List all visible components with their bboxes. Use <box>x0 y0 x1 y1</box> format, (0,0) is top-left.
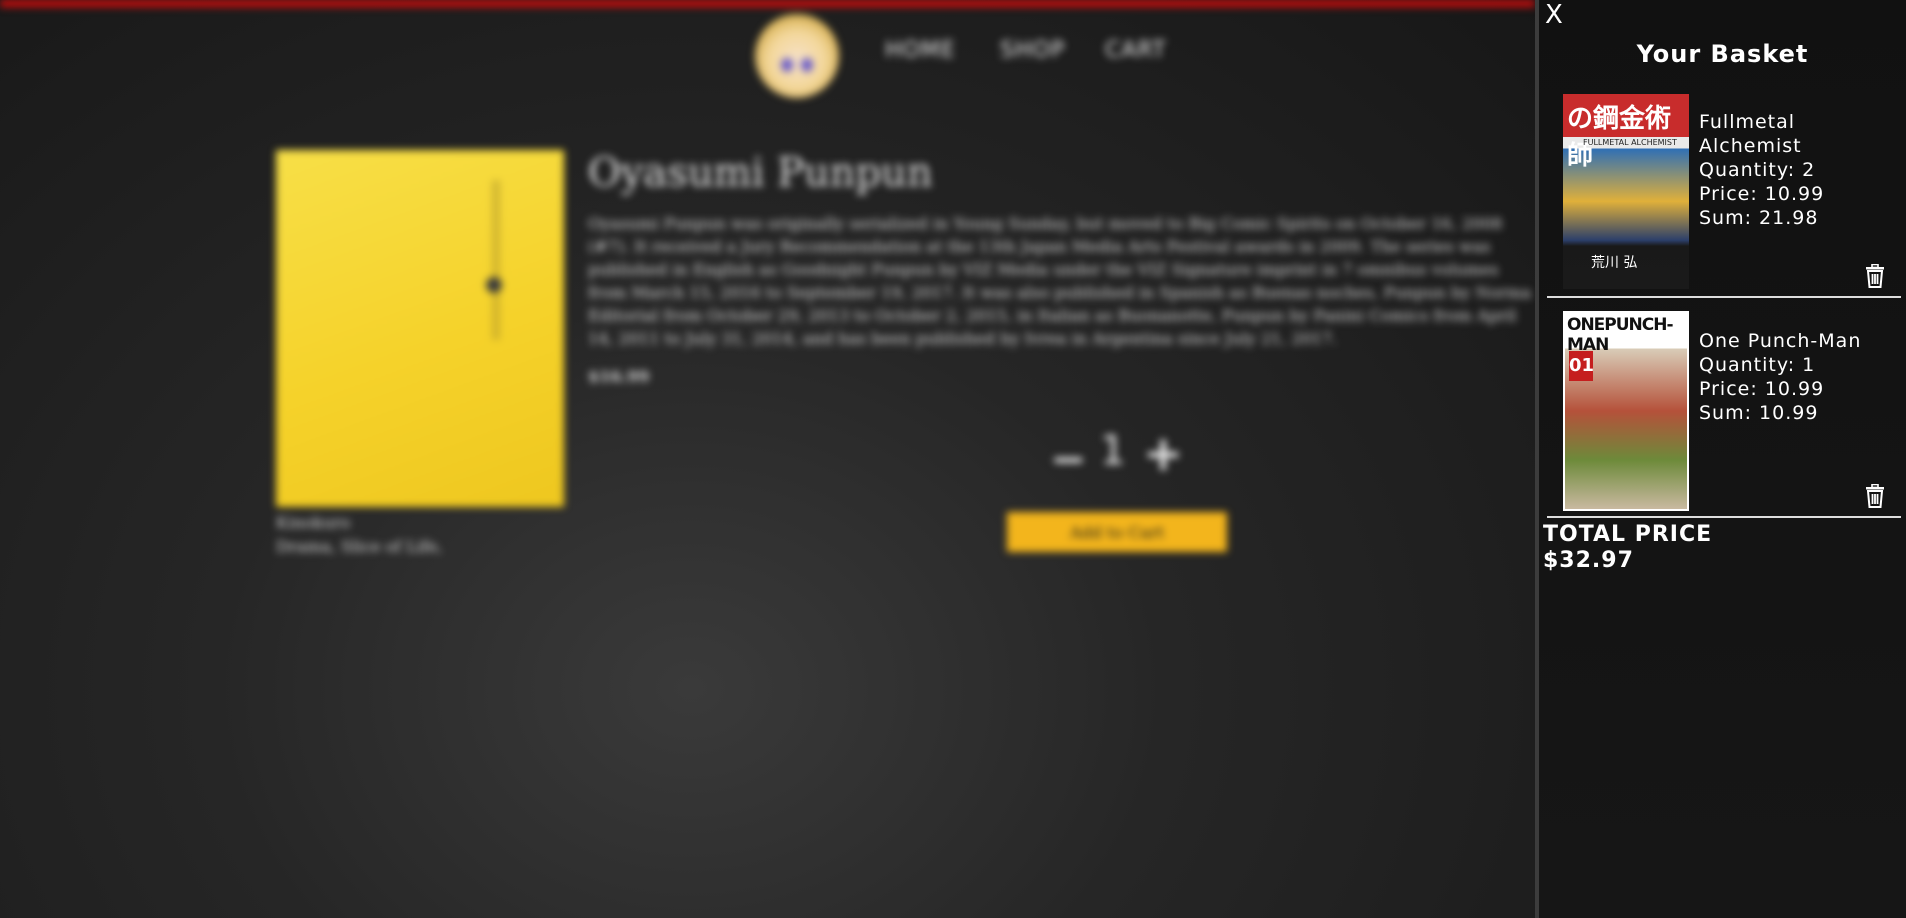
nav-cart[interactable]: CART <box>1105 38 1167 63</box>
total-price-label: TOTAL PRICE <box>1543 522 1713 547</box>
product-price: $16.99 <box>588 367 650 386</box>
top-accent-bar <box>0 0 1535 7</box>
add-to-cart-button[interactable]: Add to Cart <box>1007 512 1227 552</box>
fullmetal-alchemist-cover: の鋼金術師 FULLMETAL ALCHEMIST 荒川 弘 <box>1563 94 1689 289</box>
cover-volume: 01 <box>1569 351 1594 381</box>
quantity-decrease-button[interactable]: − <box>1050 434 1087 485</box>
basket-divider <box>1547 516 1901 518</box>
nav-shop[interactable]: SHOP <box>1000 38 1065 63</box>
cover-title: ONEPUNCH-MAN <box>1567 315 1674 355</box>
quantity-increase-button[interactable]: + <box>1143 426 1183 482</box>
basket-divider <box>1547 296 1901 298</box>
trash-icon[interactable] <box>1864 264 1886 288</box>
cover-author: 荒川 弘 <box>1591 255 1638 271</box>
item-name: Fullmetal Alchemist <box>1699 111 1802 157</box>
basket-sidebar: X Your Basket の鋼金術師 FULLMETAL ALCHEMIST … <box>1535 0 1906 918</box>
product-genres: Drama, Slice of Life, <box>276 537 443 556</box>
trash-icon[interactable] <box>1864 484 1886 508</box>
cover-title: の鋼金術師 <box>1567 104 1672 171</box>
total-price-value: $32.97 <box>1543 548 1634 573</box>
quantity-value: 1 <box>1100 428 1126 474</box>
product-author: Kinokuro <box>276 513 351 532</box>
basket-title: Your Basket <box>1636 40 1809 68</box>
basket-item-info: One Punch-Man Quantity: 1 Price: 10.99 S… <box>1699 329 1899 425</box>
one-punch-man-cover: ONEPUNCH-MAN 01 <box>1563 311 1689 511</box>
item-quantity: Quantity: 2 <box>1699 159 1816 181</box>
item-sum: Sum: 10.99 <box>1699 402 1819 424</box>
product-title: Oyasumi Punpun <box>588 150 933 196</box>
product-page: HOME SHOP CART Kinokuro Drama, Slice of … <box>0 0 1535 918</box>
item-quantity: Quantity: 1 <box>1699 354 1816 376</box>
basket-item-info: Fullmetal Alchemist Quantity: 2 Price: 1… <box>1699 110 1899 230</box>
item-price: Price: 10.99 <box>1699 378 1825 400</box>
nav-home[interactable]: HOME <box>885 38 956 63</box>
product-description: Oyasumi Punpun was originally serialized… <box>588 214 1532 348</box>
item-price: Price: 10.99 <box>1699 183 1825 205</box>
product-cover-image <box>276 150 564 507</box>
cover-subtitle: FULLMETAL ALCHEMIST <box>1583 138 1677 147</box>
site-logo[interactable] <box>755 14 839 98</box>
item-sum: Sum: 21.98 <box>1699 207 1819 229</box>
item-name: One Punch-Man <box>1699 330 1862 352</box>
close-basket-button[interactable]: X <box>1545 0 1563 30</box>
